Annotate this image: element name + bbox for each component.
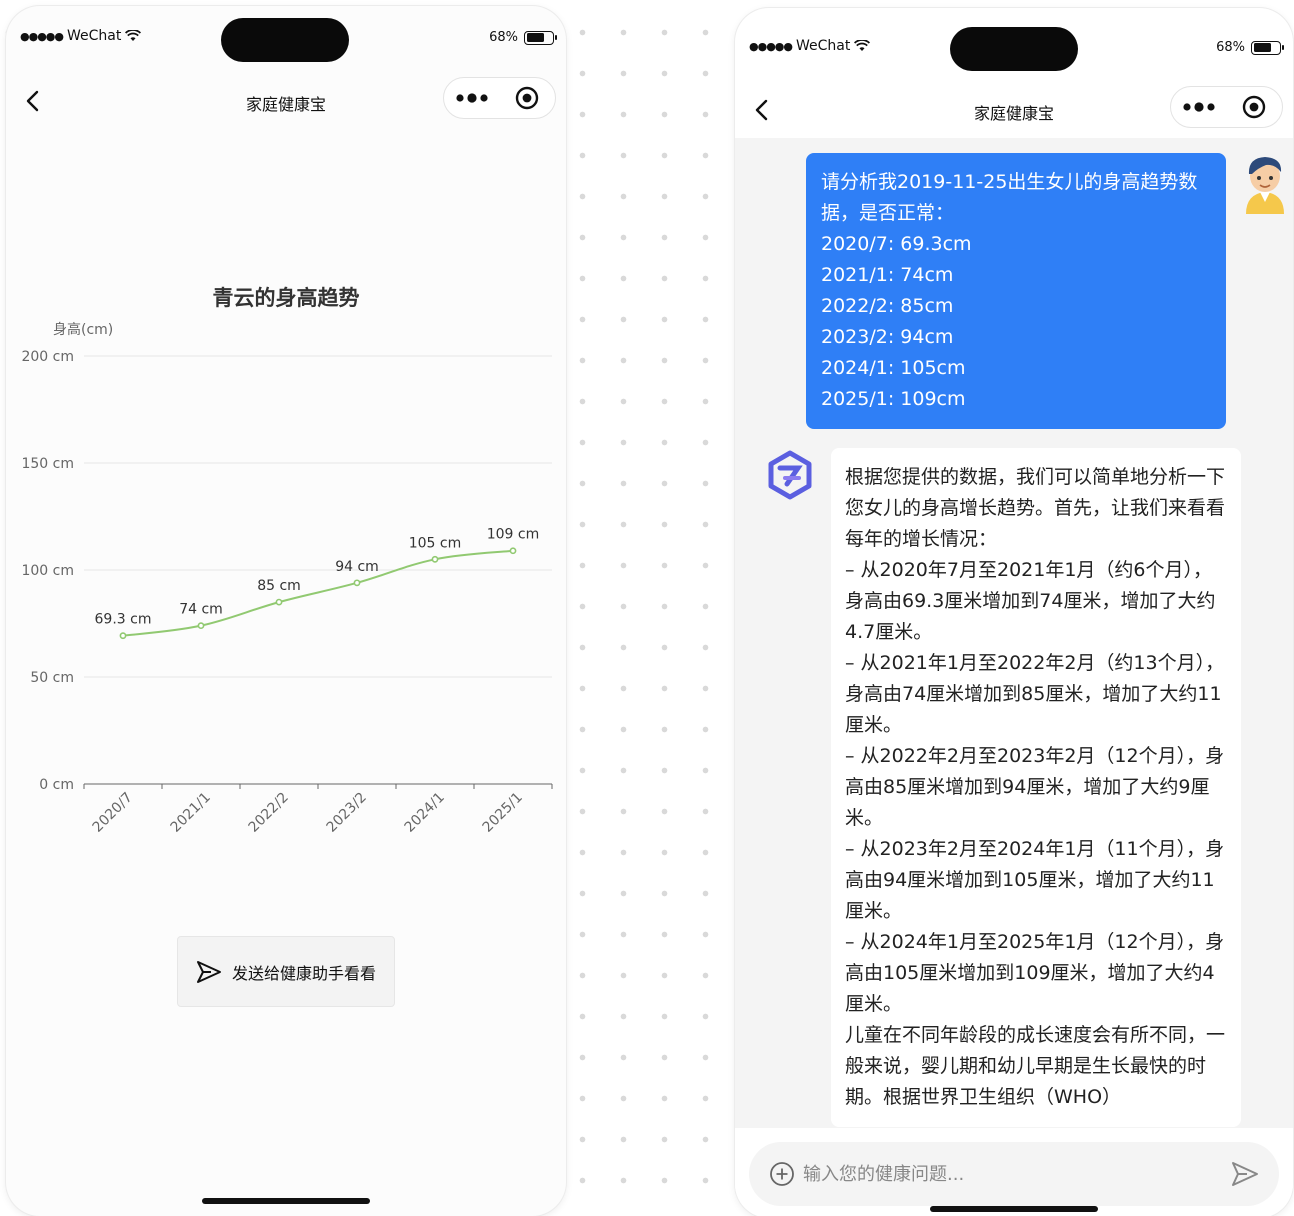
target-icon[interactable]	[1227, 95, 1283, 119]
data-point	[509, 547, 517, 555]
home-indicator	[202, 1198, 370, 1204]
battery-icon	[1251, 40, 1284, 55]
wifi-icon	[125, 30, 142, 41]
signal-dots-icon: ●●●●●	[20, 29, 64, 43]
left-phone-screen: ●●●●● WeChat 68% 家庭健康宝 青云的身高趋势 身高(cm) 0 c…	[6, 6, 566, 1216]
send-to-assistant-button[interactable]: 发送给健康助手看看	[177, 936, 395, 1007]
user-message-line: 2020/7: 69.3cm	[821, 233, 972, 255]
data-label: 85 cm	[257, 578, 301, 594]
signal-dots-icon: ●●●●●	[749, 39, 793, 53]
data-label: 109 cm	[487, 527, 540, 543]
assistant-message-line: – 从2021年1月至2022年2月（约13个月），身高由74厘米增加到85厘米…	[845, 652, 1225, 736]
send-icon[interactable]	[1231, 1161, 1259, 1187]
user-avatar-icon	[1246, 157, 1284, 214]
user-message-line: 2021/1: 74cm	[821, 264, 954, 286]
dynamic-island	[221, 18, 349, 62]
data-point	[197, 622, 205, 630]
assistant-message-line: 儿童在不同年龄段的成长速度会有所不同，一般来说，婴儿期和幼儿早期是生长最快的时期…	[845, 1024, 1226, 1108]
dynamic-island	[950, 27, 1078, 71]
carrier-label: WeChat	[796, 38, 851, 54]
y-axis-label: 身高(cm)	[53, 321, 113, 338]
battery-percent: 68%	[489, 30, 518, 45]
x-tick-label: 2025/1	[480, 790, 526, 836]
add-circle-icon[interactable]	[769, 1161, 795, 1187]
input-box[interactable]	[749, 1142, 1279, 1206]
send-button-label: 发送给健康助手看看	[231, 963, 376, 983]
chat-area[interactable]: 请分析我2019-11-25出生女儿的身高趋势数据，是否正常： 2020/7: 6…	[735, 138, 1293, 1128]
user-message-line: 2025/1: 109cm	[821, 388, 966, 410]
assistant-message-line: – 从2020年7月至2021年1月（约6个月），身高由69.3厘米增加到74厘…	[845, 559, 1216, 643]
status-bar-left: ●●●●● WeChat	[749, 38, 871, 54]
assistant-logo-icon	[768, 450, 812, 500]
assistant-message-bubble: 根据您提供的数据，我们可以简单地分析一下您女儿的身高增长趋势。首先，让我们来看看…	[831, 448, 1241, 1127]
data-label: 105 cm	[409, 535, 462, 551]
user-message-row: 请分析我2019-11-25出生女儿的身高趋势数据，是否正常： 2020/7: 6…	[806, 153, 1226, 429]
wifi-icon	[854, 40, 871, 51]
input-bar	[735, 1128, 1293, 1216]
x-tick-label: 2024/1	[402, 790, 448, 836]
nav-bar: 家庭健康宝	[735, 81, 1293, 139]
data-point	[431, 555, 439, 563]
home-indicator	[930, 1206, 1098, 1212]
y-tick-label: 50 cm	[30, 670, 74, 686]
x-tick-label: 2022/2	[246, 790, 292, 836]
data-label: 94 cm	[335, 559, 379, 575]
x-tick-label: 2023/2	[324, 790, 370, 836]
x-tick-label: 2020/7	[90, 790, 136, 836]
y-tick-label: 100 cm	[21, 563, 74, 579]
status-bar-right: 68%	[1216, 40, 1284, 55]
assistant-message-line: 根据您提供的数据，我们可以简单地分析一下您女儿的身高增长趋势。首先，让我们来看看…	[845, 466, 1226, 550]
status-bar-right: 68%	[489, 30, 557, 45]
mini-program-capsule	[443, 77, 556, 119]
data-label: 69.3 cm	[95, 612, 152, 628]
data-point	[119, 632, 127, 640]
x-tick-label: 2021/1	[168, 790, 214, 836]
y-tick-label: 200 cm	[21, 349, 74, 365]
carrier-label: WeChat	[67, 28, 122, 44]
more-dots-icon[interactable]	[444, 93, 500, 103]
right-phone-screen: ●●●●● WeChat 68% 家庭健康宝 请分析我2019-11-25出生女…	[735, 8, 1293, 1216]
user-message-line: 请分析我2019-11-25出生女儿的身高趋势数据，是否正常：	[821, 171, 1198, 224]
user-message-bubble: 请分析我2019-11-25出生女儿的身高趋势数据，是否正常： 2020/7: 6…	[806, 153, 1226, 429]
data-point	[275, 598, 283, 606]
battery-percent: 68%	[1216, 40, 1245, 55]
question-input[interactable]	[803, 1163, 1231, 1185]
user-message-line: 2023/2: 94cm	[821, 326, 954, 348]
user-message-line: 2024/1: 105cm	[821, 357, 966, 379]
assistant-message-line: – 从2023年2月至2024年1月（11个月），身高由94厘米增加到105厘米…	[845, 838, 1225, 922]
y-tick-label: 150 cm	[21, 456, 74, 472]
assistant-message-line: – 从2022年2月至2023年2月（12个月），身高由85厘米增加到94厘米，…	[845, 745, 1225, 829]
data-point	[353, 579, 361, 587]
status-bar-left: ●●●●● WeChat	[20, 28, 142, 44]
target-icon[interactable]	[500, 86, 556, 110]
more-dots-icon[interactable]	[1171, 102, 1227, 112]
battery-icon	[524, 30, 557, 45]
data-label: 74 cm	[179, 602, 223, 618]
series-line	[122, 549, 514, 637]
height-trend-chart: 身高(cm) 0 cm 50 cm 100 cm 150 cm 200 cm 2020/7 2…	[21, 321, 553, 836]
nav-bar: 家庭健康宝	[6, 72, 566, 130]
mini-program-capsule	[1170, 86, 1283, 128]
user-message-line: 2022/2: 85cm	[821, 295, 954, 317]
assistant-message-line: – 从2024年1月至2025年1月（12个月），身高由105厘米增加到109厘…	[845, 931, 1225, 1015]
y-tick-label: 0 cm	[39, 777, 74, 793]
send-icon	[196, 960, 221, 983]
